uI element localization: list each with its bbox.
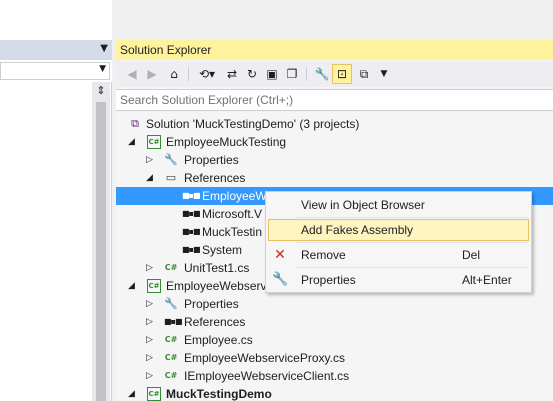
tree-item-employee-muck-testing[interactable]: ◢ C# EmployeeMuckTesting (116, 133, 553, 151)
sync-icon[interactable]: ⇄ (222, 64, 242, 84)
split-icon[interactable]: ⇕ (93, 84, 109, 98)
reference-icon: ■▪■ (182, 209, 201, 218)
solution-explorer-title-bar[interactable]: Solution Explorer (116, 40, 553, 60)
tree-item-label: IEmployeeWebserviceClient.cs (184, 369, 350, 383)
preview-icon[interactable]: ⊡ (332, 64, 352, 84)
tree-item-employee-webservice-proxy[interactable]: ▷ C# EmployeeWebserviceProxy.cs (116, 349, 553, 367)
dropdown-icon[interactable]: ▼ (374, 64, 394, 84)
remove-icon: ✕ (274, 247, 286, 263)
chevron-down-icon[interactable]: ▼ (100, 43, 108, 54)
context-menu: View in Object Browser Add Fakes Assembl… (265, 191, 532, 293)
tree-item-muck-testing-demo[interactable]: ◢ C# MuckTestingDemo (116, 385, 553, 401)
wrench-icon: 🔧 (272, 272, 289, 287)
solution-icon: ⧉ (131, 117, 139, 130)
menu-item-label: Add Fakes Assembly (301, 223, 414, 237)
tree-item-iemployee-webservice-client[interactable]: ▷ C# IEmployeeWebserviceClient.cs (116, 367, 553, 385)
scrollbar-thumb[interactable] (96, 102, 106, 401)
tree-item-label: References (184, 315, 246, 329)
wrench-icon: 🔧 (164, 153, 178, 166)
home-icon[interactable]: ⌂ (164, 64, 184, 84)
collapsed-arrow-icon[interactable]: ▷ (146, 369, 156, 383)
wrench-icon: 🔧 (164, 297, 178, 310)
menu-item-properties[interactable]: 🔧 Properties Alt+Enter (268, 269, 529, 291)
menu-item-label: Remove (301, 248, 346, 262)
expanded-arrow-icon[interactable]: ◢ (128, 279, 138, 293)
menu-item-remove[interactable]: ✕ Remove Del (268, 244, 529, 266)
view-switch-icon[interactable]: ⧉ (354, 64, 374, 84)
forward-icon[interactable]: ▶ (142, 64, 162, 84)
reference-icon: ■▪■ (182, 245, 201, 254)
tree-item-references[interactable]: ◢ ▭ References (116, 169, 553, 187)
references-icon: ■▪■ (164, 317, 183, 326)
tree-item-properties[interactable]: ▷ 🔧 Properties (116, 295, 553, 313)
csharp-file-icon: C# (164, 335, 178, 344)
left-combo-box[interactable]: ▼ (0, 62, 110, 80)
reference-icon: ■▪■ (182, 227, 201, 236)
menu-item-label: Properties (301, 273, 356, 287)
solution-explorer-title: Solution Explorer (120, 43, 212, 57)
tree-item-references[interactable]: ▷ ■▪■ References (116, 313, 553, 331)
left-scrollbar[interactable]: ⇕ (92, 82, 110, 401)
show-all-files-icon[interactable]: ❐ (282, 64, 302, 84)
tree-item-properties[interactable]: ▷ 🔧 Properties (116, 151, 553, 169)
tree-item-label: Properties (184, 297, 239, 311)
references-icon: ▭ (165, 171, 177, 184)
menu-separator (296, 242, 528, 243)
collapsed-arrow-icon[interactable]: ▷ (146, 153, 156, 167)
tree-item-label: MuckTestingDemo (166, 387, 272, 401)
menu-separator (296, 267, 528, 268)
menu-item-shortcut: Alt+Enter (462, 273, 512, 287)
tree-item-label: Microsoft.V (202, 207, 263, 221)
solution-explorer-search[interactable] (116, 89, 553, 111)
collapse-all-icon[interactable]: ▣ (262, 64, 282, 84)
properties-icon[interactable]: 🔧 (312, 64, 332, 84)
collapsed-arrow-icon[interactable]: ▷ (146, 333, 156, 347)
chevron-down-icon[interactable]: ▼ (99, 64, 106, 74)
solution-explorer-toolbar: ◀ ▶ ⌂ ⟲▾ ⇄ ↻ ▣ ❐ 🔧 ⊡ ⧉ ▼ (116, 61, 553, 87)
expanded-arrow-icon[interactable]: ◢ (146, 171, 156, 185)
refresh-icon[interactable]: ↻ (242, 64, 262, 84)
tree-item-label: EmployeeMuckTesting (166, 135, 287, 149)
reference-icon: ■▪■ (182, 191, 201, 200)
test-project-icon: C# (147, 135, 161, 149)
tree-item-employee-cs[interactable]: ▷ C# Employee.cs (116, 331, 553, 349)
tree-item-label: Properties (184, 153, 239, 167)
back-icon[interactable]: ◀ (122, 64, 142, 84)
menu-item-view-in-object-browser[interactable]: View in Object Browser (268, 194, 529, 216)
tree-item-label: UnitTest1.cs (184, 261, 250, 275)
menu-item-shortcut: Del (462, 248, 481, 262)
collapsed-arrow-icon[interactable]: ▷ (146, 315, 156, 329)
tree-item-label: EmployeeW (202, 189, 267, 203)
tree-item-solution[interactable]: ⧉ Solution 'MuckTestingDemo' (3 projects… (116, 115, 553, 133)
menu-separator (296, 217, 528, 218)
collapsed-arrow-icon[interactable]: ▷ (146, 297, 156, 311)
toolbar-separator (188, 67, 189, 81)
tree-item-label: References (184, 171, 246, 185)
tree-item-label: Employee.cs (184, 333, 253, 347)
csharp-project-icon: C# (147, 279, 161, 293)
tree-item-label: Solution 'MuckTestingDemo' (3 projects) (146, 117, 360, 131)
menu-item-label: View in Object Browser (301, 198, 425, 212)
tree-item-label: System (202, 243, 243, 257)
expanded-arrow-icon[interactable]: ◢ (128, 135, 138, 149)
history-icon[interactable]: ⟲▾ (194, 64, 220, 84)
csharp-project-icon: C# (147, 387, 161, 401)
tree-item-label: EmployeeWebservi (166, 279, 270, 293)
collapsed-arrow-icon[interactable]: ▷ (146, 261, 156, 275)
toolbar-separator (306, 67, 307, 81)
tree-item-label: EmployeeWebserviceProxy.cs (184, 351, 345, 365)
expanded-arrow-icon[interactable]: ◢ (128, 387, 138, 401)
tree-item-label: MuckTestin (202, 225, 263, 239)
csharp-file-icon: C# (164, 353, 178, 362)
csharp-file-icon: C# (164, 371, 178, 380)
menu-item-add-fakes-assembly[interactable]: Add Fakes Assembly (268, 219, 529, 241)
search-input[interactable] (120, 93, 540, 107)
left-tool-window: ▼ ▼ ⇕ (0, 0, 112, 401)
csharp-file-icon: C# (164, 263, 178, 272)
left-tool-window-title-bar: ▼ (0, 40, 112, 60)
collapsed-arrow-icon[interactable]: ▷ (146, 351, 156, 365)
